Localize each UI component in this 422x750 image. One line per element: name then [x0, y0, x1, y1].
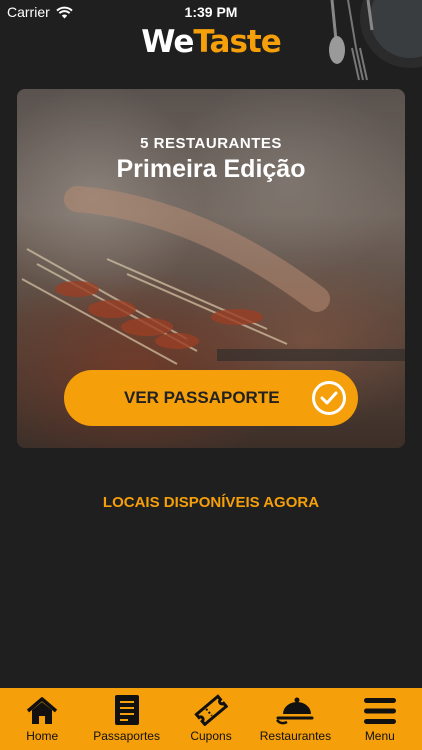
tab-menu[interactable]: Menu: [338, 688, 422, 750]
logo-part-taste: Taste: [193, 24, 281, 60]
hamburger-menu-icon: [363, 698, 396, 724]
view-passport-button[interactable]: VER PASSAPORTE: [64, 370, 358, 426]
tab-restaurants-label: Restaurantes: [259, 729, 332, 743]
tab-menu-label: Menu: [364, 729, 395, 743]
tab-restaurants[interactable]: Restaurantes: [253, 688, 337, 750]
edition-card[interactable]: 5 RESTAURANTES Primeira Edição VER PASSA…: [17, 89, 405, 448]
view-passport-label: VER PASSAPORTE: [124, 388, 280, 407]
cloche-icon: [276, 697, 314, 725]
check-icon: [312, 381, 346, 415]
edition-title: Primeira Edição: [116, 155, 306, 183]
app-logo: WeTaste: [0, 24, 422, 60]
tab-coupons-label: Cupons: [190, 729, 232, 743]
tab-home[interactable]: Home: [0, 688, 84, 750]
tab-coupons[interactable]: Cupons: [169, 688, 253, 750]
passport-icon: [114, 695, 139, 725]
tab-passports-label: Passaportes: [93, 729, 160, 743]
logo-part-we: We: [141, 24, 194, 60]
ticket-icon: [194, 694, 229, 726]
restaurant-count: 5 RESTAURANTES: [140, 135, 282, 152]
available-places-heading: LOCAIS DISPONÍVEIS AGORA: [102, 494, 320, 511]
tab-passports[interactable]: Passaportes: [84, 688, 168, 750]
home-icon: [27, 697, 58, 724]
tab-home-label: Home: [26, 729, 59, 743]
tab-bar: Home Passaportes Cupons Restaurantes Men…: [0, 688, 422, 750]
